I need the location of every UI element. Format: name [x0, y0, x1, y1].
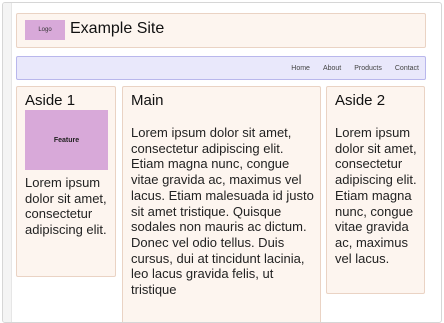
- site-title: Example Site: [70, 20, 165, 37]
- feature-image: Feature: [25, 110, 108, 170]
- nav-link-products[interactable]: Products: [354, 65, 382, 72]
- logo-text: Logo: [38, 27, 52, 33]
- feature-label: Feature: [53, 136, 80, 144]
- nav-link-home[interactable]: Home: [291, 65, 310, 72]
- aside-1-title: Aside 1: [25, 92, 76, 109]
- aside-2-title: Aside 2: [335, 92, 386, 109]
- aside-2: Aside 2 Lorem ipsum dolor sit amet, cons…: [326, 86, 425, 294]
- main-title: Main: [131, 92, 164, 109]
- nav-links: Home About Products Contact: [291, 57, 419, 79]
- main-nav: Home About Products Contact: [16, 56, 426, 80]
- aside-2-text: Lorem ipsum dolor sit amet, consectetur …: [335, 125, 417, 266]
- nav-link-about[interactable]: About: [323, 65, 341, 72]
- main-content: Main Lorem ipsum dolor sit amet, consect…: [122, 86, 321, 322]
- nav-link-contact[interactable]: Contact: [395, 65, 419, 72]
- aside-1-text: Lorem ipsum dolor sit amet, consectetur …: [25, 175, 107, 238]
- browser-viewport: Logo Example Site Home About Products Co…: [2, 2, 442, 323]
- aside-1: Aside 1 Feature Lorem ipsum dolor sit am…: [16, 86, 116, 277]
- main-text: Lorem ipsum dolor sit amet, consectetur …: [131, 125, 314, 298]
- page-gutter: [3, 3, 12, 322]
- site-header: Logo Example Site: [16, 13, 426, 48]
- site-logo[interactable]: Logo: [25, 20, 65, 40]
